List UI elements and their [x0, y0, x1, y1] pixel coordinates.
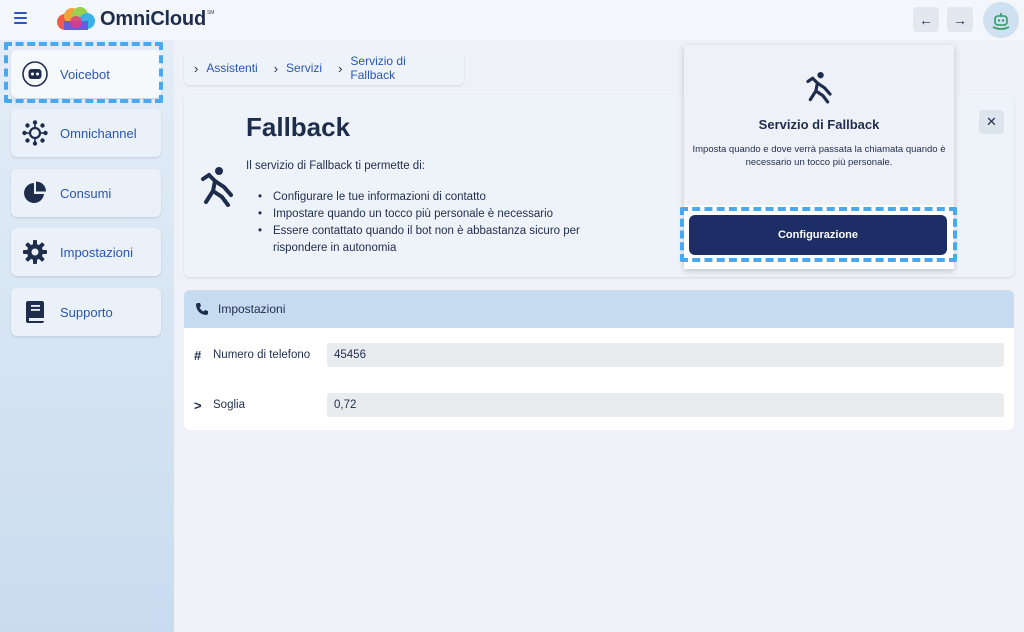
settings-panel: Impostazioni # Numero di telefono > Sogl…	[184, 290, 1014, 430]
forward-button[interactable]: →	[947, 7, 973, 32]
sidebar-item-voicebot[interactable]: Voicebot	[11, 50, 161, 98]
pie-chart-icon	[22, 180, 48, 206]
sidebar-item-label: Omnichannel	[60, 125, 137, 141]
fallback-service-card: Servizio di Fallback Imposta quando e do…	[684, 45, 954, 269]
page-title: Fallback	[246, 112, 351, 142]
feature-list: Configurare le tue informazioni di conta…	[258, 189, 598, 257]
threshold-input[interactable]	[327, 393, 1004, 417]
robot-icon	[22, 61, 48, 87]
sidebar-item-consumi[interactable]: Consumi	[11, 169, 161, 217]
chevron-right-icon: >	[194, 397, 202, 413]
falling-person-icon	[201, 167, 233, 207]
sidebar-item-supporto[interactable]: Supporto	[11, 288, 161, 336]
field-label: Numero di telefono	[213, 349, 311, 361]
close-button[interactable]: ✕	[979, 110, 1004, 134]
chevron-right-icon: ›	[194, 60, 199, 76]
falling-person-icon	[806, 72, 832, 104]
settings-title: Impostazioni	[218, 302, 286, 316]
breadcrumb-item-assistenti[interactable]: Assistenti	[206, 61, 257, 75]
page-description: Il servizio di Fallback ti permette di:	[246, 160, 425, 172]
hash-icon: #	[194, 347, 202, 363]
list-item: Configurare le tue informazioni di conta…	[258, 189, 598, 206]
sidebar-item-label: Impostazioni	[60, 244, 133, 260]
bot-avatar-icon	[992, 13, 1010, 30]
breadcrumb: › Assistenti › Servizi › Servizio di Fal…	[184, 51, 464, 85]
phone-icon	[196, 303, 208, 315]
app-name-mark: SM	[206, 10, 215, 16]
arrow-right-icon: →	[953, 11, 967, 28]
settings-header[interactable]: Impostazioni	[184, 290, 1014, 328]
back-button[interactable]: ←	[913, 7, 939, 32]
gear-icon	[22, 239, 48, 265]
sidebar-item-label: Supporto	[60, 304, 113, 320]
top-bar: OmniCloud SM ← →	[0, 0, 1024, 40]
breadcrumb-item-fallback[interactable]: Servizio di Fallback	[350, 54, 450, 82]
book-icon	[22, 299, 48, 325]
cloud-logo-icon	[57, 7, 95, 30]
hamburger-menu-icon[interactable]	[14, 12, 27, 26]
phone-number-input[interactable]	[327, 343, 1004, 367]
close-icon: ✕	[986, 114, 997, 129]
list-item: Impostare quando un tocco più personale …	[258, 206, 598, 223]
sidebar-item-label: Voicebot	[60, 66, 110, 82]
chevron-right-icon: ›	[338, 60, 343, 76]
card-header: Servizio di Fallback Imposta quando e do…	[684, 45, 954, 205]
sidebar-item-omnichannel[interactable]: Omnichannel	[11, 109, 161, 157]
sidebar-item-impostazioni[interactable]: Impostazioni	[11, 228, 161, 276]
sidebar: Voicebot Omnichannel Consumi Impostazion…	[0, 40, 174, 632]
configuration-button[interactable]: Configurazione	[689, 215, 947, 255]
field-label: Soglia	[213, 399, 245, 411]
arrow-left-icon: ←	[919, 11, 933, 28]
threshold-row: > Soglia	[184, 392, 1014, 418]
chevron-right-icon: ›	[273, 60, 279, 76]
card-title: Servizio di Fallback	[758, 117, 880, 132]
card-subtitle: Imposta quando e dove verrà passata la c…	[692, 144, 946, 168]
phone-number-row: # Numero di telefono	[184, 342, 1014, 368]
app-name: OmniCloud	[100, 7, 206, 30]
network-icon	[22, 120, 48, 146]
list-item: Essere contattato quando il bot non è ab…	[258, 223, 598, 257]
user-avatar[interactable]	[983, 2, 1019, 38]
breadcrumb-item-servizi[interactable]: Servizi	[286, 61, 322, 75]
sidebar-item-label: Consumi	[60, 185, 112, 201]
app-logo[interactable]: OmniCloud SM	[56, 7, 214, 31]
